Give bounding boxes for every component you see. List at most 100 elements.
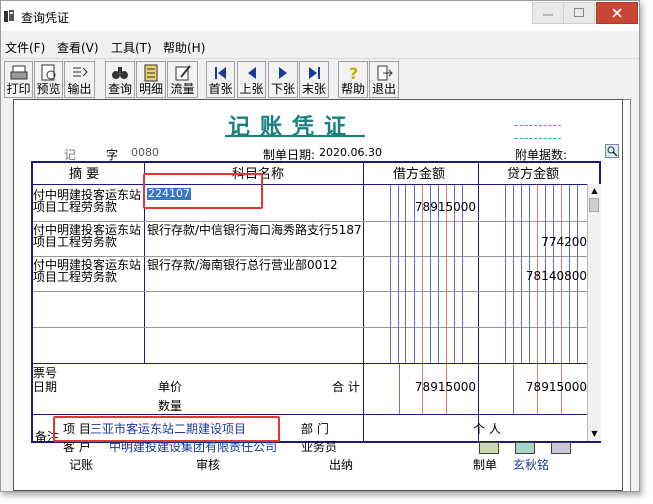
entry-summary-line2[interactable]: 项目工程劳务款: [33, 271, 117, 283]
menu-view[interactable]: 查看(V): [57, 39, 99, 56]
prev-button[interactable]: 上张: [237, 61, 266, 98]
minimize-icon: [543, 14, 553, 16]
calculator-icon[interactable]: [515, 442, 535, 454]
quantity-label: 数量: [158, 399, 183, 413]
entry-debit-amount[interactable]: 78915000: [401, 200, 476, 214]
column-header-summary: 摘 要: [69, 167, 100, 182]
print-button[interactable]: 打印: [4, 61, 33, 98]
menu-file[interactable]: 文件(F): [5, 39, 45, 56]
flow-button[interactable]: 流量: [167, 61, 198, 98]
last-button[interactable]: 末张: [299, 61, 329, 98]
total-debit: 78915000: [414, 380, 476, 394]
preview-icon: [41, 64, 55, 81]
preview-label: 预览: [36, 82, 61, 96]
digit-line: [505, 185, 506, 363]
digit-line: [398, 185, 399, 363]
first-page-icon: [214, 67, 226, 79]
cashier-label: 出纳: [329, 458, 354, 472]
salesman-label: 业务员: [301, 440, 338, 454]
dashed-line: [515, 138, 561, 139]
export-label: 输出: [67, 82, 92, 96]
maker-label: 制单: [473, 458, 498, 472]
entry-account[interactable]: 银行存款/海南银行总行营业部0012: [147, 259, 338, 271]
scroll-down-icon[interactable]: ▼: [590, 429, 599, 438]
flow-label: 流量: [170, 82, 195, 96]
department-label: 部 门: [301, 422, 329, 436]
voucher-date[interactable]: 2020.06.30: [319, 146, 382, 159]
bill-number-label: 票号: [33, 366, 58, 380]
printer-icon: [10, 65, 27, 80]
last-page-icon: [309, 67, 320, 79]
next-button[interactable]: 下张: [268, 61, 298, 98]
scroll-up-icon[interactable]: ▲: [590, 186, 599, 195]
prev-label: 上张: [239, 82, 264, 96]
magnifier-icon: [607, 146, 618, 157]
digit-line: [399, 364, 400, 414]
person-label: 个 人: [473, 422, 501, 436]
bookkeeper-label: 记账: [69, 458, 94, 472]
detail-button[interactable]: 明细: [136, 61, 166, 98]
header-divider: [33, 184, 599, 185]
bill-date-label: 日期: [33, 380, 58, 394]
row-divider: [33, 327, 599, 328]
svg-text:?: ?: [349, 64, 358, 82]
row-divider: [33, 256, 599, 257]
maximize-button[interactable]: [563, 2, 595, 24]
menu-bar: 文件(F) 查看(V) 工具(T) 帮助(H): [1, 37, 639, 55]
customer-value[interactable]: 中明建投建设集团有限责任公司: [109, 441, 277, 453]
menu-help[interactable]: 帮助(H): [163, 39, 205, 56]
maximize-icon: [574, 8, 584, 17]
person-card-icon[interactable]: [479, 442, 499, 454]
app-icon: [4, 10, 14, 22]
menu-tools[interactable]: 工具(T): [111, 39, 152, 56]
toolbar: 打印 预览 输出 查询 明细 流量 首张 上张 下张 末张 ? 帮助 退出: [1, 58, 639, 99]
title-underline: [225, 135, 365, 137]
scroll-thumb[interactable]: [589, 198, 599, 212]
vertical-scrollbar[interactable]: ▲ ▼: [587, 184, 601, 441]
last-label: 末张: [301, 82, 326, 96]
unit-price-label: 单价: [158, 380, 183, 394]
attachment-search-button[interactable]: [605, 144, 619, 158]
voucher-number[interactable]: 0080: [131, 146, 159, 159]
col-divider: [363, 163, 364, 443]
entry-credit-amount[interactable]: 78140800: [511, 269, 587, 283]
first-label: 首张: [208, 82, 233, 96]
highlight-box-account: [143, 173, 263, 209]
ledger-icon: [144, 64, 158, 82]
window-title: 查询凭证: [21, 11, 70, 25]
detail-label: 明细: [138, 82, 163, 96]
exit-label: 退出: [371, 82, 396, 96]
next-page-icon: [279, 67, 287, 79]
exit-button[interactable]: 退出: [369, 61, 399, 98]
entry-summary-line2[interactable]: 项目工程劳务款: [33, 236, 117, 248]
print-label: 打印: [6, 82, 31, 96]
row-divider: [33, 291, 599, 292]
total-label: 合 计: [332, 380, 360, 394]
entry-summary-line2[interactable]: 项目工程劳务款: [33, 201, 117, 213]
row-divider: [33, 221, 599, 222]
column-header-credit: 贷方金额: [507, 167, 560, 182]
dashed-line: [515, 125, 561, 126]
digit-line: [390, 185, 391, 363]
total-divider: [33, 363, 599, 364]
binoculars-icon: [112, 67, 128, 79]
minimize-button[interactable]: [532, 2, 564, 24]
title-bar: 查询凭证: [1, 1, 639, 31]
auditor-label: 审核: [196, 458, 221, 472]
edit-icon: [175, 65, 191, 81]
maker-name: 玄秋铭: [513, 458, 550, 472]
preview-button[interactable]: 预览: [34, 61, 63, 98]
query-label: 查询: [107, 82, 132, 96]
close-button[interactable]: [596, 2, 638, 24]
close-icon: [612, 8, 622, 18]
query-button[interactable]: 查询: [105, 61, 135, 98]
first-button[interactable]: 首张: [206, 61, 235, 98]
export-button[interactable]: 输出: [64, 61, 95, 98]
help-icon: ?: [349, 64, 358, 82]
col-divider: [478, 163, 479, 443]
entry-account[interactable]: 银行存款/中信银行海口海秀路支行5187: [147, 224, 362, 236]
help-button[interactable]: ? 帮助: [338, 61, 368, 98]
keyboard-icon[interactable]: [551, 442, 571, 454]
entry-credit-amount[interactable]: 774200: [511, 235, 587, 249]
customer-label: 客 户: [63, 440, 91, 454]
